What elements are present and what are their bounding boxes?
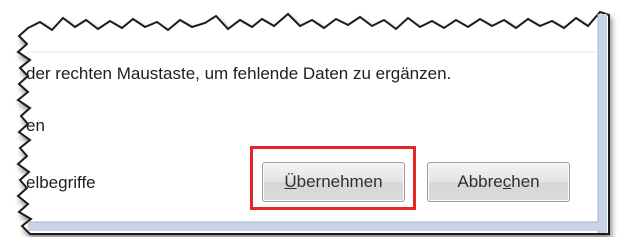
instruction-text: der rechten Maustaste, um fehlende Daten… (26, 64, 452, 83)
option-label-partial: en (26, 116, 45, 135)
window-frame-right (598, 14, 607, 233)
screenshot-excerpt: der rechten Maustaste, um fehlende Daten… (0, 0, 621, 237)
cancel-button-label: Abbrechen (457, 172, 540, 191)
apply-button-label: Übernehmen (284, 172, 383, 191)
cancel-button[interactable]: Abbrechen (427, 162, 570, 202)
keywords-label-partial: elbegriffe (26, 173, 96, 192)
apply-button[interactable]: Übernehmen (262, 162, 405, 202)
window-frame-bottom (28, 222, 607, 231)
